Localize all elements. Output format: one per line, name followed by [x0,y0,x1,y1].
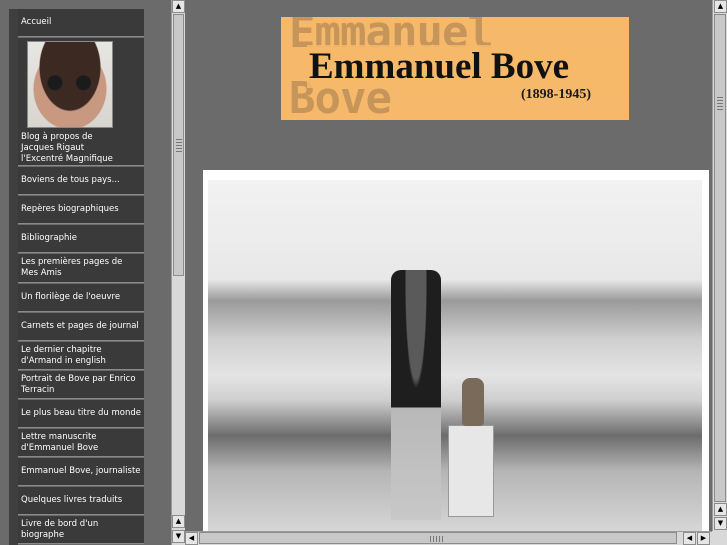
nav-item-label: Boviens de tous pays... [21,175,120,185]
arrow-down-icon[interactable]: ▼ [172,530,185,543]
nav-item-boviens[interactable]: Boviens de tous pays... [18,167,144,195]
arrow-left-icon[interactable]: ◀ [185,532,198,545]
nav-item-label: Quelques livres traduits [21,495,123,505]
nav-item-label: Un florilège de l'oeuvre [21,292,121,302]
main-scrollbar-thumb[interactable] [714,14,726,502]
left-frame-vertical-scrollbar[interactable]: ▲ ▲ ▼ [171,0,185,545]
left-scrollbar-thumb[interactable] [173,14,184,276]
grip-icon [430,536,444,542]
scrollbar-corner [712,531,727,545]
nav-item-reperes[interactable]: Repères biographiques [18,196,144,224]
arrow-up-icon[interactable]: ▲ [714,0,727,13]
photo-frame [203,170,709,531]
nav-item-label: Le dernier chapitre d'Armand in english [21,344,106,366]
nav-item-label: Repères biographiques [21,204,119,214]
nav-item-blog-rigaut[interactable]: Blog à propos de Jacques Rigaut l'Excent… [18,38,144,166]
jacques-rigaut-portrait-image[interactable] [27,41,113,128]
arrow-left-icon[interactable]: ◀ [683,532,696,545]
emmanuel-bove-seaside-photo [208,180,702,531]
left-navigation-frame: Accueil Blog à propos de Jacques Rigaut … [0,0,171,545]
nav-item-livres-traduits[interactable]: Quelques livres traduits [18,487,144,515]
nav-item-bibliographie[interactable]: Bibliographie [18,225,144,253]
banner-dates: (1898-1945) [521,87,591,102]
nav-strip [9,9,18,545]
nav-item-label: Les premières pages de Mes Amis [21,257,123,278]
nav-item-label: Livre de bord d'un biographe [21,518,99,540]
grip-icon [176,139,182,153]
main-content-frame: Emmanuel Bove Emmanuel Bove (1898-1945) [185,0,712,531]
arrow-down-icon[interactable]: ▼ [714,517,727,530]
nav-item-livre-de-bord[interactable]: Livre de bord d'un biographe [18,516,144,544]
nav-item-premieres-pages[interactable]: Les premières pages de Mes Amis [18,254,144,283]
arrow-up-icon[interactable]: ▲ [172,515,185,528]
photo-dog-figure [462,378,484,426]
nav-item-label: Blog à propos de Jacques Rigaut l'Excent… [21,132,113,164]
main-frame-horizontal-scrollbar[interactable]: ◀ ◀ ▶ [185,531,712,545]
photo-stone-post [448,425,494,517]
banner-title: Emmanuel Bove [307,45,629,88]
nav-item-accueil[interactable]: Accueil [18,9,144,37]
nav-item-label: Bibliographie [21,233,77,243]
nav-item-label: Le plus beau titre du monde [21,408,141,418]
nav-item-label: Emmanuel Bove, journaliste [21,466,141,476]
grip-icon [717,97,723,111]
nav-item-portrait[interactable]: Portrait de Bove par Enrico Terracin [18,371,144,399]
nav-item-label: Carnets et pages de journal [21,321,139,331]
nav-item-label: Lettre manuscrite d'Emmanuel Bove [21,431,99,453]
nav-item-plus-beau-titre[interactable]: Le plus beau titre du monde [18,400,144,428]
nav-item-carnets[interactable]: Carnets et pages de journal [18,313,144,341]
main-frame-vertical-scrollbar[interactable]: ▲ ▲ ▼ [712,0,727,531]
arrow-right-icon[interactable]: ▶ [697,532,710,545]
arrow-up-icon[interactable]: ▲ [714,503,727,516]
nav-item-florilege[interactable]: Un florilège de l'oeuvre [18,284,144,312]
horizontal-scrollbar-thumb[interactable] [199,532,677,544]
nav-item-dernier-chapitre[interactable]: Le dernier chapitre d'Armand in english [18,342,144,370]
emmanuel-bove-banner: Emmanuel Bove Emmanuel Bove (1898-1945) [281,17,629,120]
arrow-up-icon[interactable]: ▲ [172,0,185,13]
nav-item-label: Accueil [21,17,52,27]
nav-item-lettre[interactable]: Lettre manuscrite d'Emmanuel Bove [18,429,144,457]
photo-man-figure [391,270,441,520]
nav-item-label: Portrait de Bove par Enrico Terracin [21,373,136,395]
nav-item-journaliste[interactable]: Emmanuel Bove, journaliste [18,458,144,486]
